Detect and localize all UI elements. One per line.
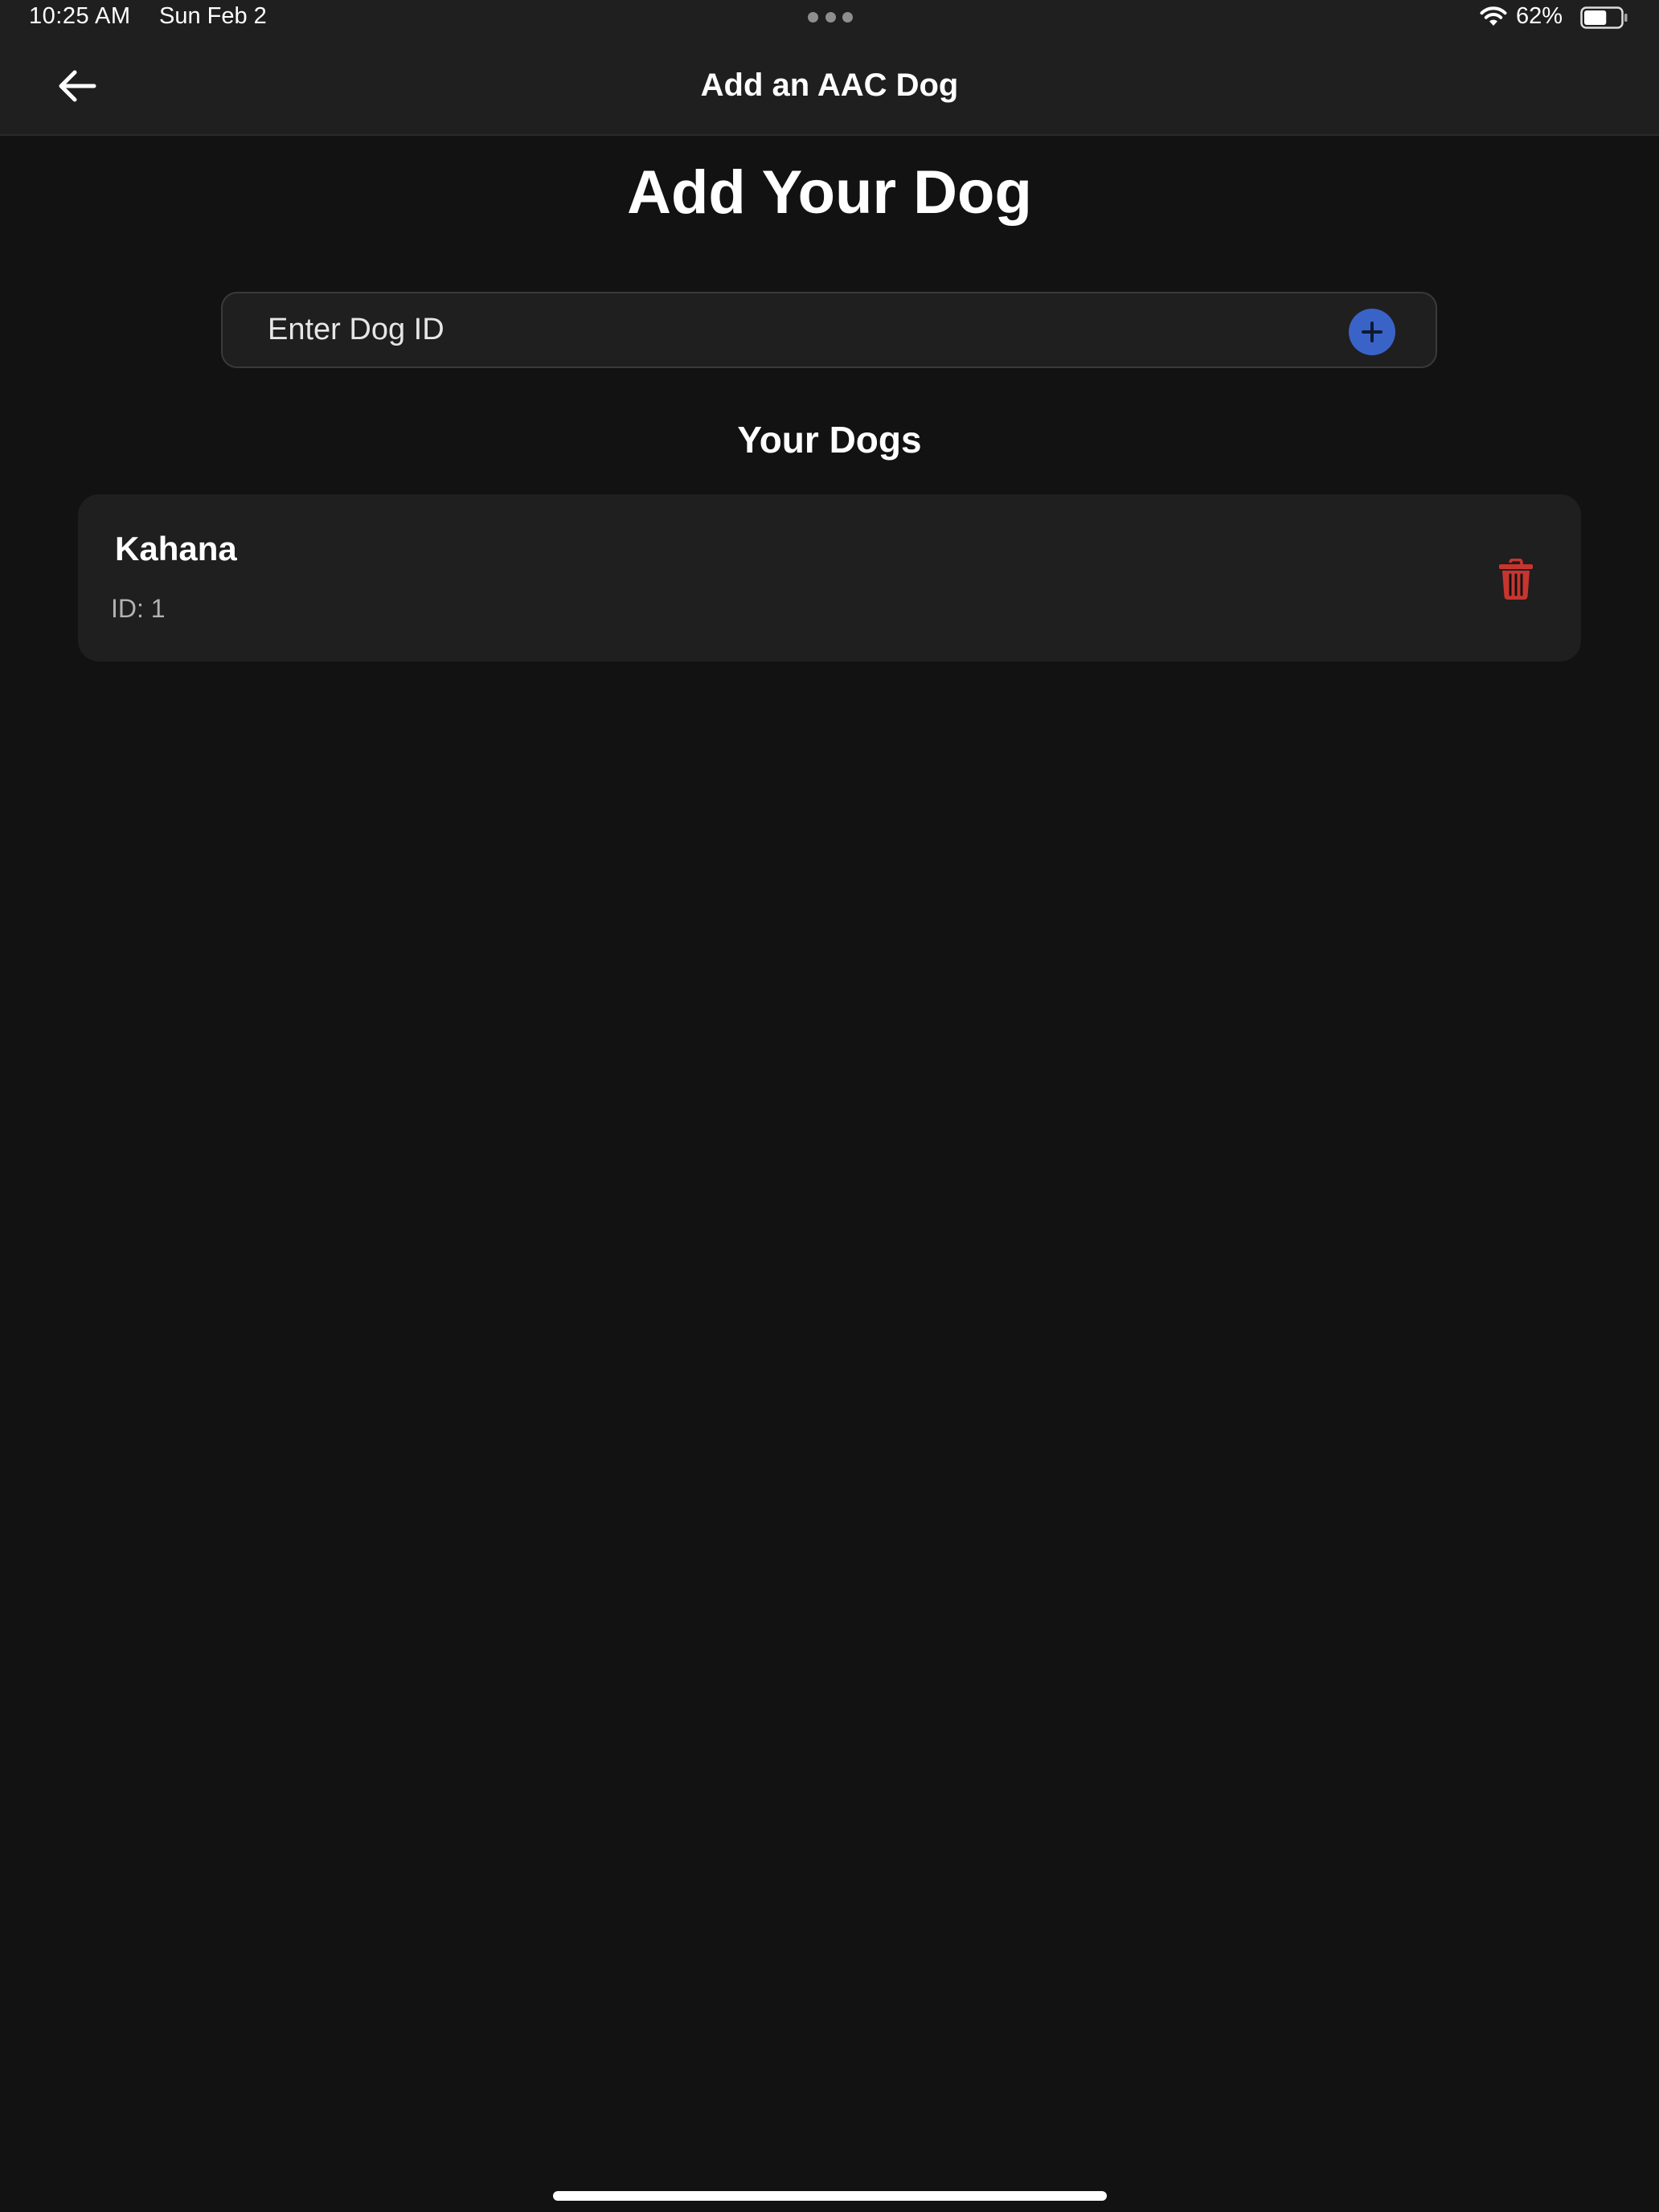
delete-dog-button[interactable] xyxy=(1496,557,1536,602)
battery-percentage: 62% xyxy=(1516,3,1563,29)
wifi-icon xyxy=(1480,6,1507,26)
status-bar: 10:25 AM Sun Feb 2 62% xyxy=(0,0,1659,37)
page-title: Add Your Dog xyxy=(627,158,1032,227)
battery-icon xyxy=(1580,6,1628,29)
dog-id-input[interactable] xyxy=(268,293,1313,367)
screen: 10:25 AM Sun Feb 2 62% Add an AAC Dog Ad… xyxy=(0,0,1659,2212)
home-indicator[interactable] xyxy=(553,2191,1107,2201)
add-dog-button[interactable] xyxy=(1349,309,1395,355)
nav-title: Add an AAC Dog xyxy=(700,68,959,103)
multitasking-dots-icon[interactable] xyxy=(808,12,853,23)
section-title: Your Dogs xyxy=(737,419,922,461)
dog-name: Kahana xyxy=(115,530,237,567)
navigation-bar: Add an AAC Dog xyxy=(0,37,1659,136)
status-date: Sun Feb 2 xyxy=(159,3,267,29)
dog-card[interactable]: Kahana ID: 1 xyxy=(78,494,1581,662)
plus-icon xyxy=(1362,322,1382,342)
trash-icon xyxy=(1499,559,1533,600)
dog-id-field xyxy=(221,292,1437,368)
status-time: 10:25 AM xyxy=(29,3,131,29)
dog-id-label: ID: 1 xyxy=(111,594,166,623)
